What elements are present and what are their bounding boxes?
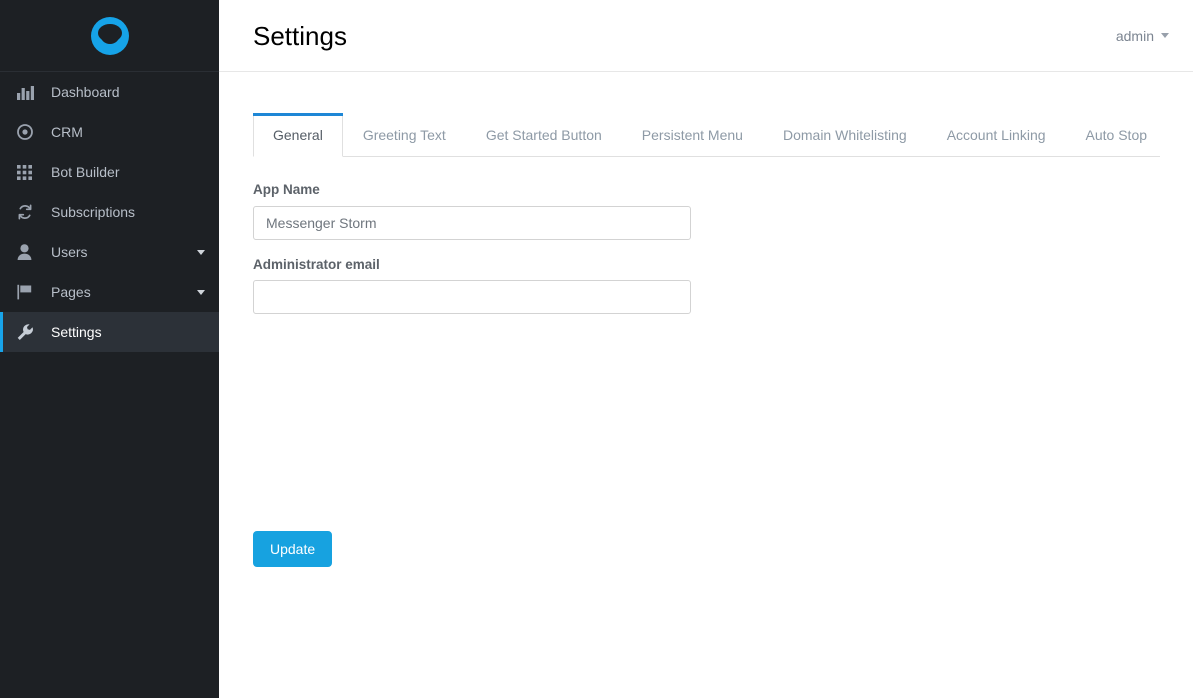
tab-persistent-menu[interactable]: Persistent Menu xyxy=(622,113,763,156)
tab-label: Get Started Button xyxy=(486,127,602,143)
sidebar-item-pages[interactable]: Pages xyxy=(0,272,219,312)
sidebar-item-label: Subscriptions xyxy=(51,205,135,219)
tab-general[interactable]: General xyxy=(253,113,343,157)
tab-domain-whitelisting[interactable]: Domain Whitelisting xyxy=(763,113,927,156)
main-area: Settings admin General Greeting Text Get… xyxy=(219,0,1193,698)
tab-label: Account Linking xyxy=(947,127,1046,143)
user-menu-label: admin xyxy=(1116,28,1154,44)
sidebar-item-label: CRM xyxy=(51,125,83,139)
sidebar-item-users[interactable]: Users xyxy=(0,232,219,272)
target-dot-icon xyxy=(17,123,39,141)
sidebar-item-settings[interactable]: Settings xyxy=(0,312,219,352)
sidebar-nav: Dashboard CRM xyxy=(0,72,219,352)
general-settings-form: App Name Administrator email Update xyxy=(253,157,1159,314)
sidebar-item-crm[interactable]: CRM xyxy=(0,112,219,152)
settings-tabs: General Greeting Text Get Started Button… xyxy=(253,114,1160,157)
bar-chart-icon xyxy=(17,83,39,101)
content-panel: General Greeting Text Get Started Button… xyxy=(219,72,1193,698)
brand-logo-icon xyxy=(91,17,129,55)
administrator-email-input[interactable] xyxy=(253,280,691,314)
sidebar-item-dashboard[interactable]: Dashboard xyxy=(0,72,219,112)
tab-auto-stop[interactable]: Auto Stop xyxy=(1066,113,1168,156)
tab-get-started-button[interactable]: Get Started Button xyxy=(466,113,622,156)
refresh-icon xyxy=(17,203,39,221)
tab-label: Persistent Menu xyxy=(642,127,743,143)
app-name-label: App Name xyxy=(253,183,1159,197)
tab-account-linking[interactable]: Account Linking xyxy=(927,113,1066,156)
tab-label: Auto Stop xyxy=(1086,127,1148,143)
sidebar: Dashboard CRM xyxy=(0,0,219,698)
app-name-input[interactable] xyxy=(253,206,691,240)
chevron-down-icon xyxy=(1161,33,1169,38)
grid-icon xyxy=(17,163,39,181)
tab-label: Domain Whitelisting xyxy=(783,127,907,143)
user-menu[interactable]: admin xyxy=(1116,28,1169,44)
sidebar-logo[interactable] xyxy=(0,0,219,72)
sidebar-item-subscriptions[interactable]: Subscriptions xyxy=(0,192,219,232)
field-app-name: App Name xyxy=(253,183,1159,240)
sidebar-item-label: Users xyxy=(51,245,88,259)
administrator-email-label: Administrator email xyxy=(253,258,1159,272)
tab-greeting-text[interactable]: Greeting Text xyxy=(343,113,466,156)
sidebar-item-label: Pages xyxy=(51,285,91,299)
tab-label: General xyxy=(273,127,323,143)
wrench-icon xyxy=(17,323,39,341)
chevron-down-icon[interactable] xyxy=(197,290,205,295)
sidebar-item-label: Settings xyxy=(51,325,102,339)
sidebar-item-label: Dashboard xyxy=(51,85,120,99)
app-root: Dashboard CRM xyxy=(0,0,1193,698)
topbar: Settings admin xyxy=(219,0,1193,72)
chevron-down-icon[interactable] xyxy=(197,250,205,255)
page-title: Settings xyxy=(253,23,347,49)
sidebar-item-bot-builder[interactable]: Bot Builder xyxy=(0,152,219,192)
user-icon xyxy=(17,243,39,261)
tab-label: Greeting Text xyxy=(363,127,446,143)
sidebar-item-label: Bot Builder xyxy=(51,165,119,179)
update-button[interactable]: Update xyxy=(253,531,332,567)
flag-icon xyxy=(17,283,39,301)
field-administrator-email: Administrator email xyxy=(253,258,1159,315)
